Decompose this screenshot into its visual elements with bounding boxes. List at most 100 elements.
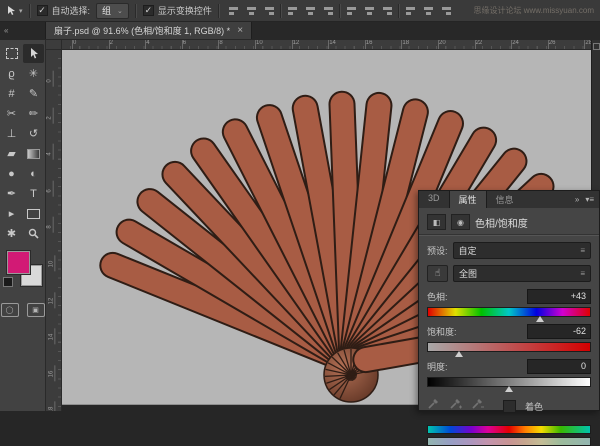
- ruler-label: 22: [476, 40, 483, 46]
- align-top-edges-icon[interactable]: [226, 4, 241, 17]
- checkbox-checked-icon[interactable]: ✓: [37, 5, 48, 16]
- gradient-tool-icon[interactable]: [23, 144, 44, 163]
- dodge-tool-icon[interactable]: ◐: [23, 164, 44, 183]
- healing-brush-tool-icon[interactable]: ✂: [1, 104, 22, 123]
- saturation-slider[interactable]: [427, 342, 591, 352]
- ruler-label: 14: [48, 334, 54, 341]
- crop-tool-icon[interactable]: #: [1, 84, 22, 103]
- brush-tool-icon[interactable]: ✏: [23, 104, 44, 123]
- panel-menu-icon[interactable]: ▾≡: [585, 195, 594, 204]
- type-tool-icon[interactable]: T: [23, 184, 44, 203]
- magic-wand-tool-icon[interactable]: ✳: [23, 64, 44, 83]
- auto-select-checkbox[interactable]: ✓ 自动选择:: [37, 4, 91, 17]
- default-colors-icon[interactable]: [3, 277, 13, 287]
- dropdown-lines-icon: ≡: [580, 269, 585, 278]
- document-tab-title: 扇子.psd @ 91.6% (色相/饱和度 1, RGB/8) *: [54, 24, 230, 37]
- checkbox-checked-icon[interactable]: ✓: [143, 5, 154, 16]
- lightness-value[interactable]: 0: [527, 359, 591, 374]
- move-tool-icon[interactable]: [23, 44, 44, 63]
- distribute-horizontal-centers-icon[interactable]: [421, 4, 436, 17]
- ruler-label: 16: [366, 40, 373, 46]
- tools-bottom-buttons: ◯ ▣: [0, 303, 45, 317]
- ruler-corner: [46, 40, 62, 50]
- align-bottom-edges-icon[interactable]: [262, 4, 277, 17]
- zoom-tool-icon[interactable]: [23, 224, 44, 243]
- chevron-down-icon: ⌄: [117, 7, 123, 15]
- move-tool-icon[interactable]: ▾: [6, 5, 23, 16]
- foreground-color-swatch[interactable]: [7, 251, 30, 274]
- tab-3d[interactable]: 3D: [419, 191, 449, 208]
- document-tab-bar: « 扇子.psd @ 91.6% (色相/饱和度 1, RGB/8) * ×: [0, 22, 600, 41]
- distribute-top-edges-icon[interactable]: [344, 4, 359, 17]
- distribute-bottom-edges-icon[interactable]: [380, 4, 395, 17]
- quick-mask-icon[interactable]: ◯: [1, 303, 19, 317]
- tool-grid: ϱ✳#✎✂✏⊥↺▰●◐✒T▸✱: [0, 44, 45, 243]
- hue-slider[interactable]: [427, 307, 591, 317]
- path-selection-tool-icon[interactable]: ▸: [1, 204, 22, 223]
- dock-collapse-icon[interactable]: [593, 43, 600, 50]
- auto-select-target-value: 组: [102, 4, 111, 17]
- targeted-adjustment-icon[interactable]: ☝: [427, 265, 448, 282]
- channel-value: 全图: [459, 267, 477, 280]
- ruler-label: 8: [47, 226, 53, 229]
- document-tab[interactable]: 扇子.psd @ 91.6% (色相/饱和度 1, RGB/8) * ×: [45, 22, 252, 39]
- rectangle-tool-icon[interactable]: [23, 204, 44, 223]
- ruler-label: 12: [48, 297, 54, 304]
- adjustment-layer-icon[interactable]: ◧: [427, 214, 446, 230]
- adjustment-title: 色相/饱和度: [475, 215, 528, 230]
- horizontal-ruler[interactable]: 0246810121416182022242628: [62, 40, 591, 50]
- screen-mode-icon[interactable]: ▣: [27, 303, 45, 317]
- distribute-left-edges-icon[interactable]: [403, 4, 418, 17]
- lasso-tool-icon[interactable]: ϱ: [1, 64, 22, 83]
- ruler-label: 4: [47, 153, 53, 156]
- ruler-label: 2: [110, 40, 113, 46]
- tab-info[interactable]: 信息: [487, 191, 523, 208]
- hue-slider-thumb[interactable]: [536, 316, 544, 322]
- ruler-label: 14: [329, 40, 336, 46]
- add-eyedropper-icon[interactable]: [449, 397, 462, 415]
- rectangular-marquee-tool-icon[interactable]: [1, 44, 22, 63]
- clip-to-layer-icon[interactable]: ◉: [451, 214, 470, 230]
- vertical-ruler[interactable]: 024681012141618: [46, 50, 62, 411]
- align-right-edges-icon[interactable]: [321, 4, 336, 17]
- channel-dropdown[interactable]: 全图 ≡: [453, 265, 591, 282]
- lightness-slider[interactable]: [427, 377, 591, 387]
- tool-preset-caret[interactable]: ▾: [19, 7, 23, 15]
- lightness-slider-thumb[interactable]: [505, 386, 513, 392]
- distribute-right-edges-icon[interactable]: [439, 4, 454, 17]
- preset-value: 自定: [459, 244, 477, 257]
- saturation-value[interactable]: -62: [527, 324, 591, 339]
- preset-dropdown[interactable]: 自定 ≡: [453, 242, 591, 259]
- eyedropper-tool-icon[interactable]: ✎: [23, 84, 44, 103]
- tab-properties[interactable]: 属性: [449, 191, 487, 208]
- show-transform-label: 显示变换控件: [158, 4, 212, 17]
- eraser-tool-icon[interactable]: ▰: [1, 144, 22, 163]
- separator: [339, 4, 341, 18]
- separator: [398, 4, 400, 18]
- ruler-label: 16: [48, 370, 54, 377]
- distribute-vertical-centers-icon[interactable]: [362, 4, 377, 17]
- saturation-slider-thumb[interactable]: [455, 351, 463, 357]
- close-icon[interactable]: ×: [237, 26, 243, 36]
- hand-tool-icon[interactable]: ✱: [1, 224, 22, 243]
- clone-stamp-tool-icon[interactable]: ⊥: [1, 124, 22, 143]
- auto-select-target-dropdown[interactable]: 组 ⌄: [96, 3, 129, 19]
- tools-panel-collapse-icon[interactable]: «: [4, 26, 8, 35]
- panel-collapse-icon[interactable]: »: [575, 195, 579, 204]
- subtract-eyedropper-icon[interactable]: [471, 397, 484, 415]
- ruler-label: 18: [402, 40, 409, 46]
- history-brush-tool-icon[interactable]: ↺: [23, 124, 44, 143]
- eyedropper-icon[interactable]: [427, 397, 440, 415]
- auto-select-label: 自动选择:: [52, 4, 91, 17]
- blur-tool-icon[interactable]: ●: [1, 164, 22, 183]
- hue-spectrum-after-bar: [427, 437, 591, 446]
- ruler-label: 4: [146, 40, 149, 46]
- align-horizontal-centers-icon[interactable]: [303, 4, 318, 17]
- show-transform-checkbox[interactable]: ✓ 显示变换控件: [143, 4, 212, 17]
- align-vertical-centers-icon[interactable]: [244, 4, 259, 17]
- hue-value[interactable]: +43: [527, 289, 591, 304]
- properties-panel: 3D 属性 信息 » ▾≡ ◧ ◉ 色相/饱和度 预设: 自定 ≡ ☝ 全图 ≡: [418, 190, 600, 411]
- align-left-edges-icon[interactable]: [285, 4, 300, 17]
- ruler-label: 12: [293, 40, 300, 46]
- pen-tool-icon[interactable]: ✒: [1, 184, 22, 203]
